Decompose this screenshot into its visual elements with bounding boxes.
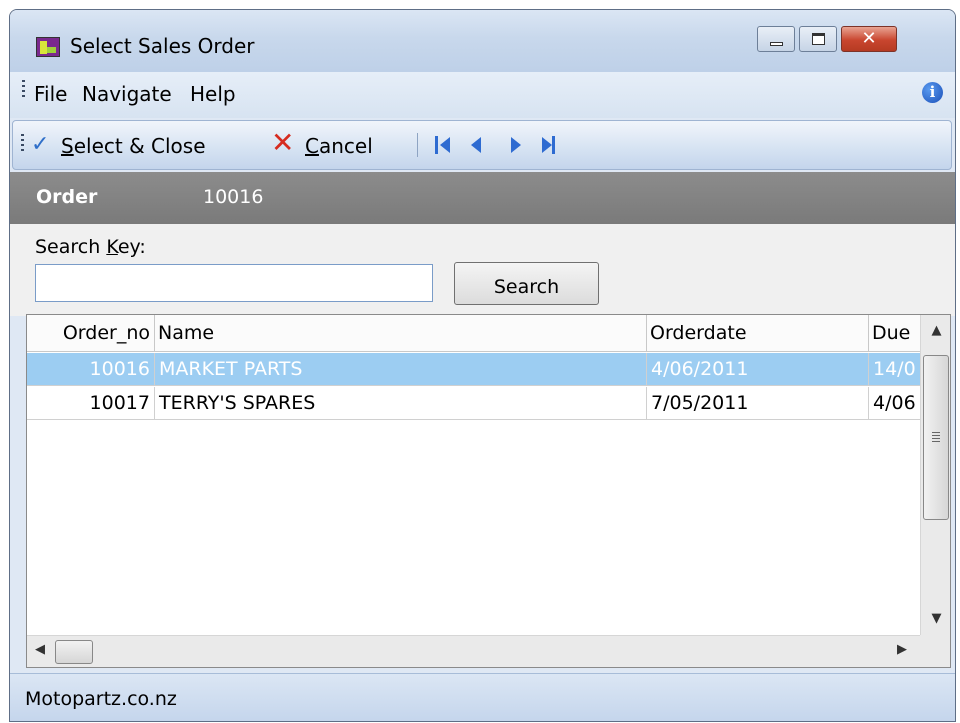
maximize-button[interactable] — [799, 26, 837, 52]
scroll-down-icon[interactable]: ▼ — [921, 611, 950, 626]
column-name[interactable]: Name — [155, 315, 647, 352]
cell-due: 14/0 — [873, 358, 916, 380]
scroll-left-icon[interactable]: ◀ — [35, 642, 45, 657]
menu-bar: File Navigate Help i — [10, 72, 955, 118]
minimize-icon — [770, 42, 783, 46]
scroll-right-icon[interactable]: ▶ — [897, 642, 907, 657]
checkmark-icon: ✓ — [31, 132, 50, 157]
order-value: 10016 — [203, 186, 264, 208]
menu-help[interactable]: Help — [190, 82, 236, 106]
close-button[interactable]: ✕ — [841, 26, 897, 52]
grid-header: Order_no Name Orderdate Due — [27, 315, 920, 352]
first-record-icon[interactable] — [433, 135, 455, 155]
maximize-icon — [812, 33, 825, 45]
window-title: Select Sales Order — [70, 34, 255, 58]
cell-order-no: 10016 — [27, 353, 155, 386]
scroll-grip-icon — [932, 432, 940, 442]
title-bar[interactable]: Select Sales Order ✕ — [10, 10, 955, 72]
column-orderdate[interactable]: Orderdate — [647, 315, 869, 352]
cancel-x-icon: ✕ — [271, 126, 295, 159]
scroll-up-icon[interactable]: ▲ — [921, 323, 950, 338]
cell-orderdate: 4/06/2011 — [647, 353, 869, 386]
cell-orderdate: 7/05/2011 — [647, 387, 869, 420]
last-record-icon[interactable] — [539, 135, 561, 155]
info-icon[interactable]: i — [922, 82, 943, 103]
order-header: Order 10016 — [10, 172, 955, 224]
horizontal-scroll-thumb[interactable] — [55, 640, 93, 664]
horizontal-scrollbar[interactable]: ◀ ▶ — [27, 635, 920, 667]
menu-navigate[interactable]: Navigate — [82, 82, 172, 106]
next-record-icon[interactable] — [505, 135, 527, 155]
menu-file[interactable]: File — [34, 82, 67, 106]
minimize-button[interactable] — [757, 26, 795, 52]
column-order-no[interactable]: Order_no — [27, 315, 155, 352]
table-row[interactable]: 10017 TERRY'S SPARES 7/05/2011 4/06 — [27, 387, 920, 420]
cancel-label: Cancel — [305, 134, 373, 158]
cell-name: TERRY'S SPARES — [155, 387, 647, 420]
status-text: Motopartz.co.nz — [25, 688, 177, 710]
status-bar: Motopartz.co.nz — [10, 673, 955, 721]
search-panel: Search Key: Search — [10, 224, 955, 316]
scrollbar-corner — [920, 635, 950, 667]
order-label: Order — [36, 186, 98, 208]
column-due[interactable]: Due — [869, 315, 920, 352]
close-icon: ✕ — [861, 28, 877, 49]
search-key-label: Search Key: — [35, 236, 146, 258]
table-row[interactable]: 10016 MARKET PARTS 4/06/2011 14/0 — [27, 353, 920, 386]
app-icon — [36, 37, 60, 57]
cell-name: MARKET PARTS — [155, 353, 647, 386]
toolbar: ✓ Select & Close ✕ Cancel — [12, 120, 952, 170]
vertical-scroll-thumb[interactable] — [923, 355, 949, 520]
cell-due: 4/06 — [873, 392, 916, 414]
search-button[interactable]: Search — [454, 262, 599, 305]
select-sales-order-window: Select Sales Order ✕ File Navigate Help … — [9, 9, 956, 722]
previous-record-icon[interactable] — [467, 135, 489, 155]
menu-grip-icon[interactable] — [22, 80, 25, 100]
search-key-input[interactable] — [35, 264, 433, 302]
cell-order-no: 10017 — [27, 387, 155, 420]
orders-grid: Order_no Name Orderdate Due 10016 MARKET… — [26, 314, 951, 668]
vertical-scrollbar[interactable]: ▲ ▼ — [920, 315, 950, 635]
toolbar-separator — [417, 133, 418, 157]
toolbar-grip-icon[interactable] — [21, 134, 24, 154]
select-close-label: Select & Close — [61, 134, 206, 158]
